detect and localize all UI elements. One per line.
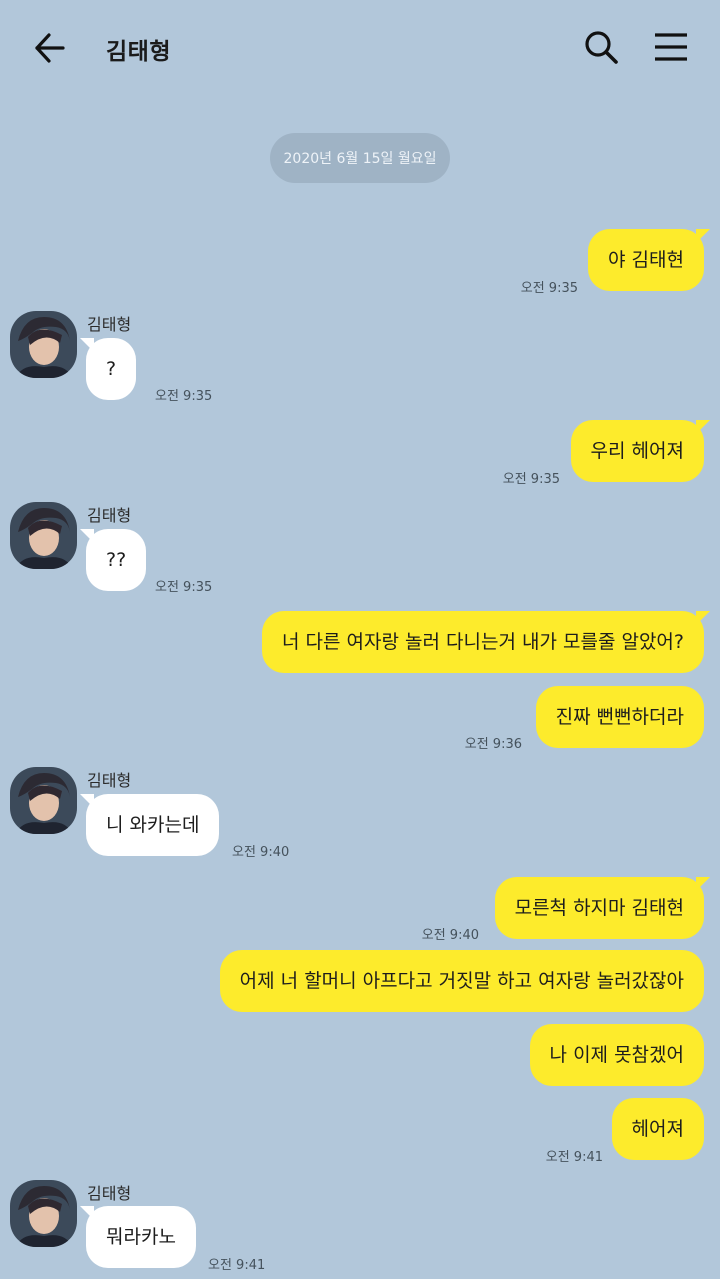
my-message-bubble[interactable]: 야 김태현 (588, 229, 710, 291)
avatar[interactable] (10, 767, 77, 834)
avatar[interactable] (10, 311, 77, 378)
chat-header: 김태형 (0, 0, 720, 96)
message-time: 오전 9:40 (232, 845, 290, 860)
their-message-bubble[interactable]: ? (79, 338, 137, 400)
hamburger-menu-icon (655, 33, 687, 61)
message-time: 오전 9:41 (545, 1150, 603, 1165)
profile-photo-icon (10, 311, 77, 378)
back-button[interactable] (30, 28, 70, 68)
menu-button[interactable] (652, 28, 690, 66)
sender-name: 김태형 (87, 506, 132, 525)
profile-photo-icon (10, 767, 77, 834)
message-time: 오전 9:36 (464, 737, 522, 752)
search-icon (585, 31, 618, 64)
message-time: 오전 9:41 (208, 1258, 266, 1273)
my-message-bubble[interactable]: 헤어져 (611, 1098, 704, 1160)
avatar[interactable] (10, 1180, 77, 1247)
profile-photo-icon (10, 1180, 77, 1247)
message-time: 오전 9:35 (155, 389, 213, 404)
sender-name: 김태형 (87, 315, 132, 334)
my-message-bubble[interactable]: 진짜 뻔뻔하더라 (535, 686, 704, 748)
message-time: 오전 9:40 (421, 928, 479, 943)
my-message-bubble[interactable]: 우리 헤어져 (570, 420, 711, 482)
sender-name: 김태형 (87, 1184, 132, 1203)
their-message-bubble[interactable]: 니 와카는데 (79, 794, 220, 856)
my-message-bubble[interactable]: 나 이제 못참겠어 (529, 1024, 704, 1086)
my-message-bubble[interactable]: 너 다른 여자랑 놀러 다니는거 내가 모를줄 알았어? (262, 611, 710, 673)
their-message-bubble[interactable]: 뭐라카노 (80, 1206, 196, 1268)
chat-title: 김태형 (106, 39, 171, 65)
their-message-bubble[interactable]: ?? (79, 529, 147, 591)
arrow-left-icon (35, 33, 65, 63)
avatar[interactable] (10, 502, 77, 569)
search-button[interactable] (580, 26, 622, 68)
date-divider: 2020년 6월 15일 월요일 (270, 133, 450, 183)
profile-photo-icon (10, 502, 77, 569)
message-time: 오전 9:35 (155, 580, 213, 595)
my-message-bubble[interactable]: 모른척 하지마 김태현 (494, 877, 711, 939)
sender-name: 김태형 (87, 771, 132, 790)
message-time: 오전 9:35 (520, 281, 578, 296)
my-message-bubble[interactable]: 어제 너 할머니 아프다고 거짓말 하고 여자랑 놀러갔잖아 (219, 950, 704, 1012)
message-time: 오전 9:35 (502, 472, 560, 487)
